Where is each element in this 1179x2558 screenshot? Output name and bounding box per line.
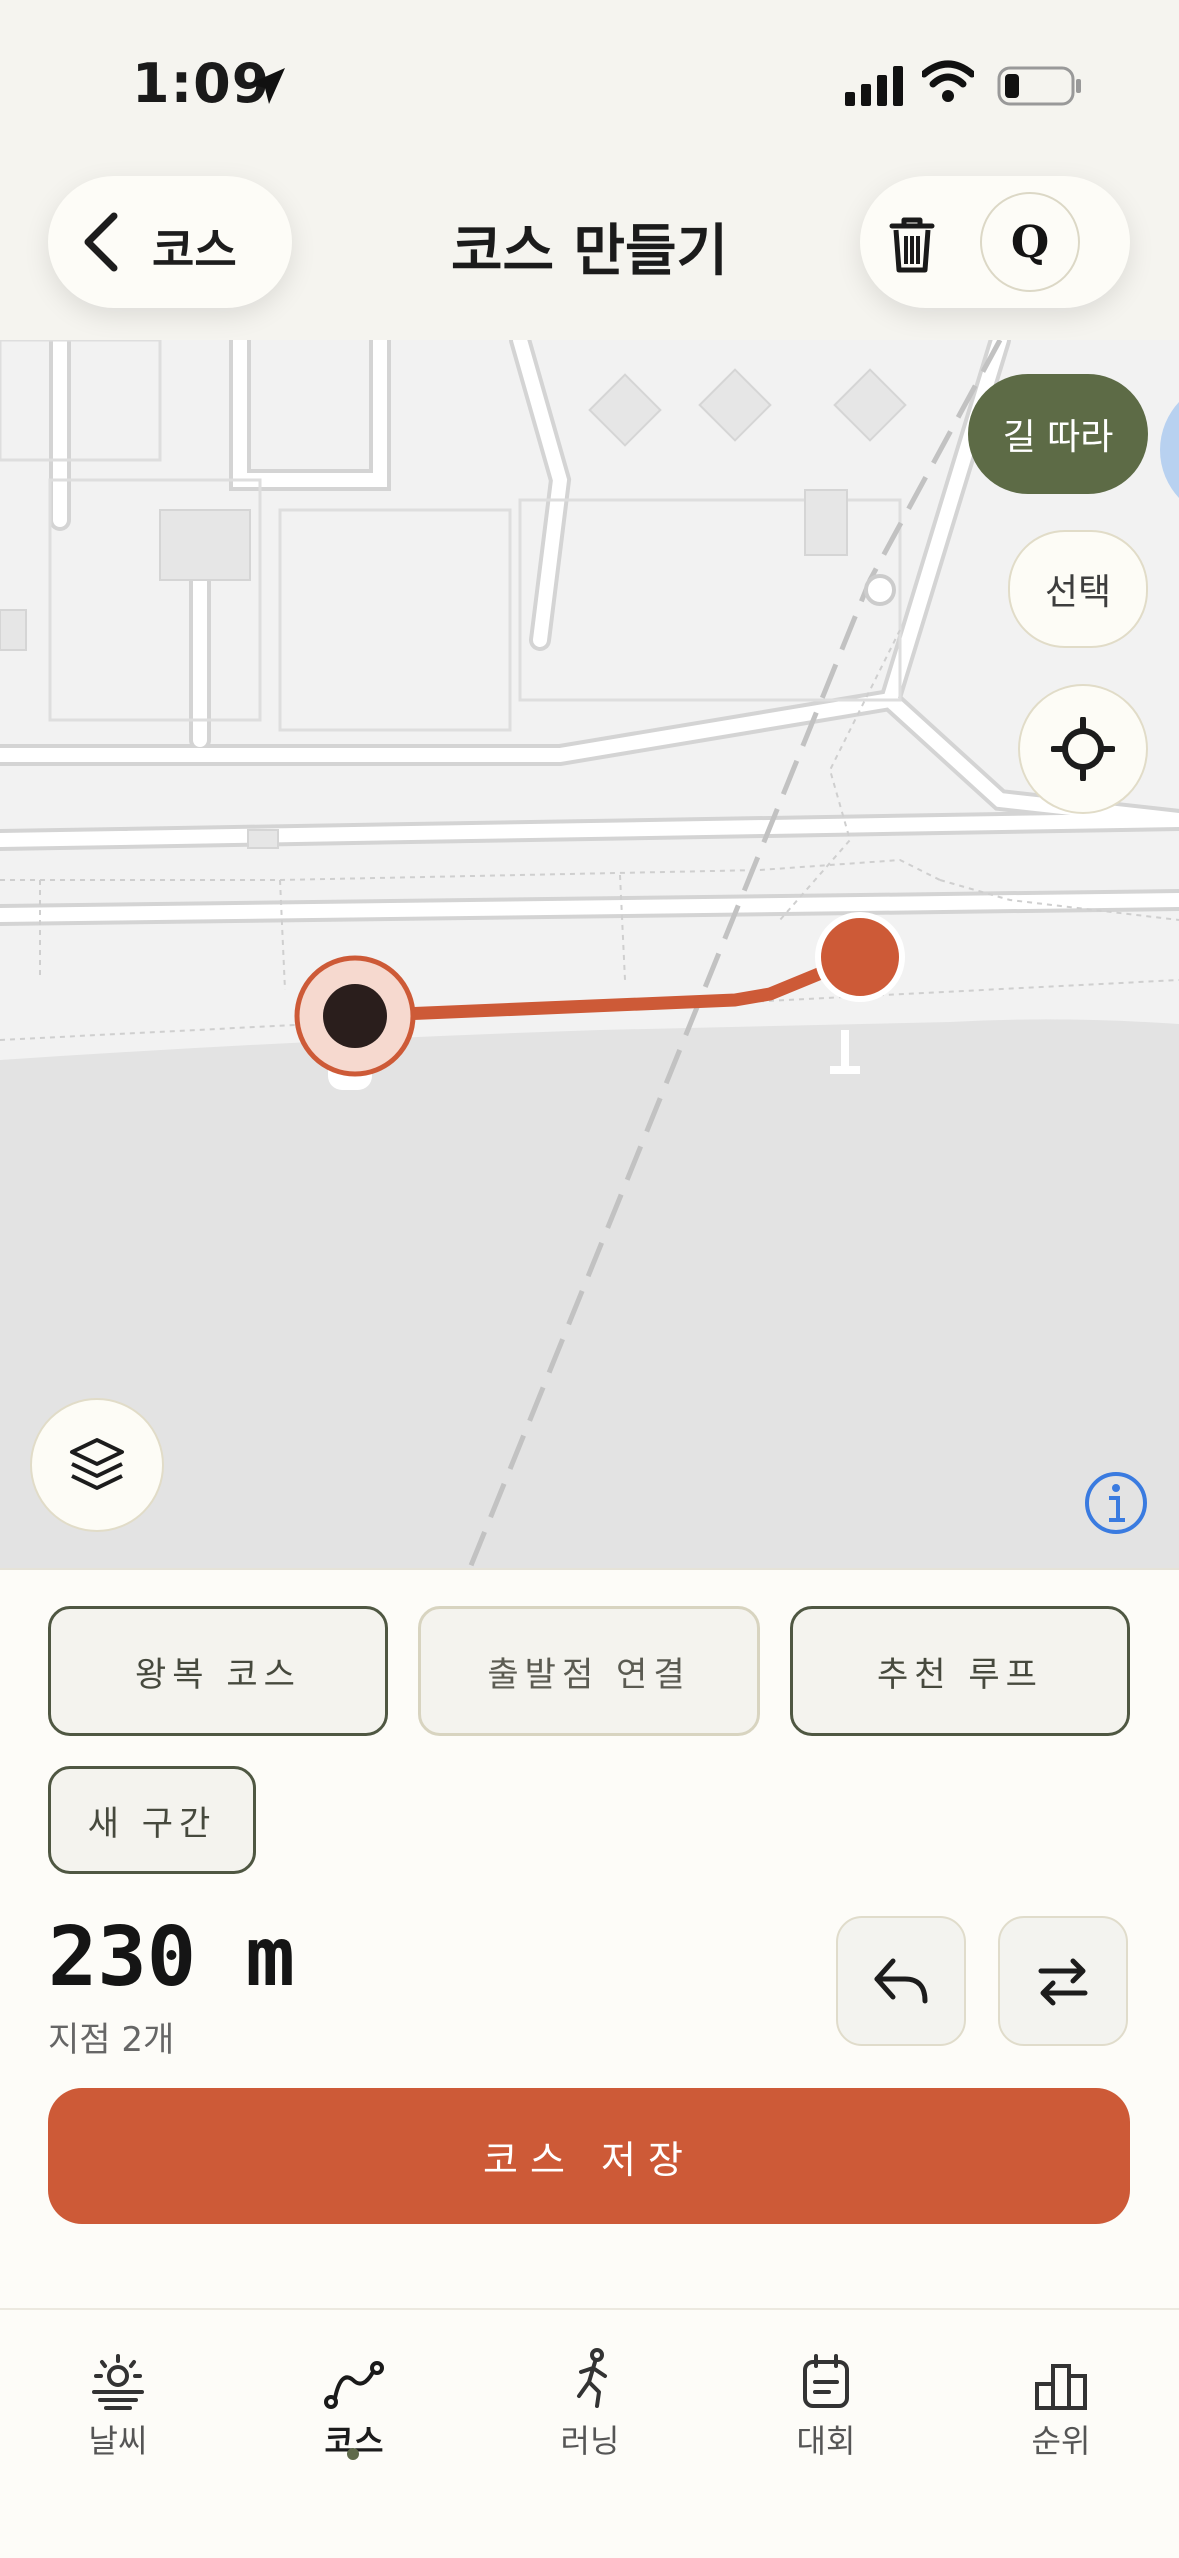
info-icon[interactable] (1083, 1470, 1149, 1536)
calendar-icon (803, 2354, 849, 2408)
swap-arrows-icon (1038, 1958, 1088, 2006)
tab-course[interactable]: 코스 (236, 2330, 472, 2462)
runner-icon (577, 2348, 607, 2408)
map-canvas[interactable] (0, 340, 1179, 1568)
round-trip-chip[interactable]: 왕복 코스 (48, 1606, 388, 1736)
sunrise-icon (92, 2354, 144, 2410)
course-distance: 230 m (48, 1910, 295, 2005)
current-location-button[interactable] (1018, 684, 1148, 814)
connect-start-chip[interactable]: 출발점 연결 (418, 1606, 760, 1736)
select-mode-button[interactable]: 선택 (1008, 530, 1148, 648)
trash-icon[interactable] (880, 212, 944, 276)
point-count: 지점 2개 (48, 2020, 175, 2060)
wifi-icon (922, 60, 974, 102)
new-segment-chip[interactable]: 새 구간 (48, 1766, 256, 1874)
map-layers-button[interactable] (30, 1398, 164, 1532)
reverse-route-button[interactable] (998, 1916, 1128, 2046)
tab-label: 러닝 (560, 2422, 620, 2460)
route-icon (324, 2361, 384, 2409)
layers-icon (70, 1438, 124, 1490)
map-view[interactable] (0, 340, 1179, 1568)
route-mode-follow-path-button[interactable]: 길 따라 (968, 374, 1148, 494)
tab-running[interactable]: 러닝 (472, 2330, 708, 2462)
tab-label: 대회 (796, 2422, 856, 2460)
podium-icon (1035, 2364, 1087, 2410)
battery-icon (997, 66, 1081, 106)
location-arrow-icon (249, 68, 285, 104)
cellular-signal-icon (845, 66, 903, 106)
save-course-button[interactable]: 코스 저장 (48, 2088, 1130, 2224)
tab-weather[interactable]: 날씨 (0, 2330, 236, 2462)
active-tab-indicator (347, 2448, 359, 2460)
tab-events[interactable]: 대회 (708, 2330, 944, 2462)
header-actions: Q (860, 176, 1130, 308)
search-button[interactable]: Q (980, 192, 1080, 292)
water-area (0, 1019, 1179, 1568)
end-point-marker[interactable] (815, 912, 905, 1002)
crosshair-icon (1051, 717, 1115, 781)
undo-arrow-icon (874, 1958, 928, 2004)
tab-label: 순위 (1031, 2422, 1091, 2460)
recommended-loop-chip[interactable]: 추천 루프 (790, 1606, 1130, 1736)
undo-button[interactable] (836, 1916, 966, 2046)
tab-ranking[interactable]: 순위 (943, 2330, 1179, 2462)
tab-label: 날씨 (88, 2422, 148, 2460)
